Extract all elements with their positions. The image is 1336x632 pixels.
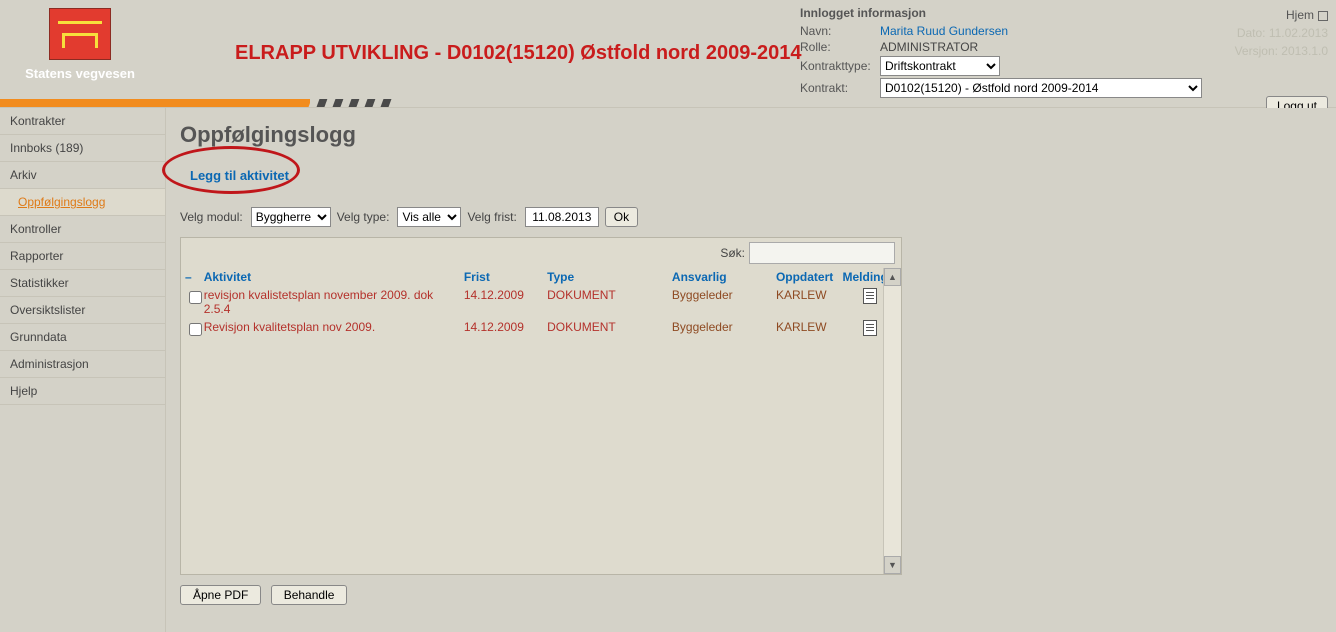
row-ansvarlig: Byggeleder (668, 318, 772, 341)
banner-title: ELRAPP UTVIKLING - D0102(15120) Østfold … (235, 42, 801, 65)
row-ansvarlig: Byggeleder (668, 286, 772, 318)
modul-select[interactable]: Byggherre (251, 207, 331, 227)
home-link[interactable]: Hjem (1235, 6, 1328, 24)
sidebar: Kontrakter Innboks (189) Arkiv Oppfølgin… (0, 108, 166, 632)
table-row: revisjon kvalistetsplan november 2009. d… (181, 286, 901, 318)
sidebar-item-administrasjon[interactable]: Administrasjon (0, 351, 165, 378)
sidebar-item-grunndata[interactable]: Grunndata (0, 324, 165, 351)
brand-logo-icon (49, 8, 111, 60)
kontrakttype-label: Kontrakttype: (800, 59, 880, 73)
activity-link[interactable]: revisjon kvalistetsplan november 2009. d… (204, 288, 433, 316)
kontrakt-select[interactable]: D0102(15120) - Østfold nord 2009-2014 (880, 78, 1202, 98)
behandle-button[interactable]: Behandle (271, 585, 348, 605)
user-name-link[interactable]: Marita Ruud Gundersen (880, 24, 1008, 38)
brand-name: Statens vegvesen (20, 66, 140, 81)
brand-block: Statens vegvesen (20, 8, 140, 81)
col-oppdatert[interactable]: Oppdatert (772, 268, 839, 286)
row-frist: 14.12.2009 (460, 318, 543, 341)
sort-indicator-icon: – (185, 270, 192, 284)
add-activity-link[interactable]: Legg til aktivitet (190, 168, 289, 183)
filter-row: Velg modul: Byggherre Velg type: Vis all… (180, 207, 1318, 227)
external-icon (1318, 11, 1328, 21)
col-ansvarlig[interactable]: Ansvarlig (668, 268, 772, 286)
table-row: Revisjon kvalitetsplan nov 2009. 14.12.2… (181, 318, 901, 341)
sidebar-item-oppfolgingslogg[interactable]: Oppfølgingslogg (0, 189, 165, 216)
frist-input[interactable] (525, 207, 599, 227)
filter-ok-button[interactable]: Ok (605, 207, 638, 227)
main-content: Oppfølgingslogg Legg til aktivitet Velg … (166, 108, 1336, 632)
rolle-label: Rolle: (800, 40, 880, 54)
scrollbar[interactable]: ▲ ▼ (883, 268, 901, 574)
activity-link[interactable]: Revisjon kvalitetsplan nov 2009. (204, 320, 375, 334)
scroll-up-icon[interactable]: ▲ (884, 268, 901, 286)
sidebar-item-kontroller[interactable]: Kontroller (0, 216, 165, 243)
row-oppdatert: KARLEW (772, 286, 839, 318)
sidebar-item-kontrakter[interactable]: Kontrakter (0, 108, 165, 135)
col-aktivitet[interactable]: Aktivitet (200, 268, 460, 286)
message-icon[interactable] (863, 288, 877, 304)
row-checkbox[interactable] (189, 291, 202, 304)
kontrakttype-select[interactable]: Driftskontrakt (880, 56, 1000, 76)
frist-label: Velg frist: (467, 210, 516, 224)
rolle-value: ADMINISTRATOR (880, 40, 978, 54)
row-type: DOKUMENT (543, 286, 668, 318)
kontrakt-label: Kontrakt: (800, 81, 880, 95)
open-pdf-button[interactable]: Åpne PDF (180, 585, 261, 605)
activity-grid: Søk: – Aktivitet Frist Type (180, 237, 902, 575)
header: Statens vegvesen ELRAPP UTVIKLING - D010… (0, 0, 1336, 108)
sidebar-item-hjelp[interactable]: Hjelp (0, 378, 165, 405)
type-label: Velg type: (337, 210, 390, 224)
search-input[interactable] (749, 242, 895, 264)
sidebar-item-arkiv[interactable]: Arkiv (0, 162, 165, 189)
type-select[interactable]: Vis alle (397, 207, 461, 227)
sidebar-item-rapporter[interactable]: Rapporter (0, 243, 165, 270)
info-version: Versjon: 2013.1.0 (1235, 42, 1328, 60)
row-frist: 14.12.2009 (460, 286, 543, 318)
row-oppdatert: KARLEW (772, 318, 839, 341)
login-info-panel: Innlogget informasjon Navn: Marita Ruud … (800, 0, 1336, 107)
page-title: Oppfølgingslogg (180, 122, 1318, 148)
modul-label: Velg modul: (180, 210, 243, 224)
col-frist[interactable]: Frist (460, 268, 543, 286)
row-checkbox[interactable] (189, 323, 202, 336)
sidebar-item-oversiktslister[interactable]: Oversiktslister (0, 297, 165, 324)
col-type[interactable]: Type (543, 268, 668, 286)
sidebar-item-statistikker[interactable]: Statistikker (0, 270, 165, 297)
action-row: Åpne PDF Behandle (180, 585, 1318, 605)
sidebar-item-innboks[interactable]: Innboks (189) (0, 135, 165, 162)
info-date: Dato: 11.02.2013 (1235, 24, 1328, 42)
scroll-down-icon[interactable]: ▼ (884, 556, 901, 574)
search-label: Søk: (720, 246, 745, 260)
row-type: DOKUMENT (543, 318, 668, 341)
message-icon[interactable] (863, 320, 877, 336)
navn-label: Navn: (800, 24, 880, 38)
decorative-stripe (0, 99, 1336, 107)
